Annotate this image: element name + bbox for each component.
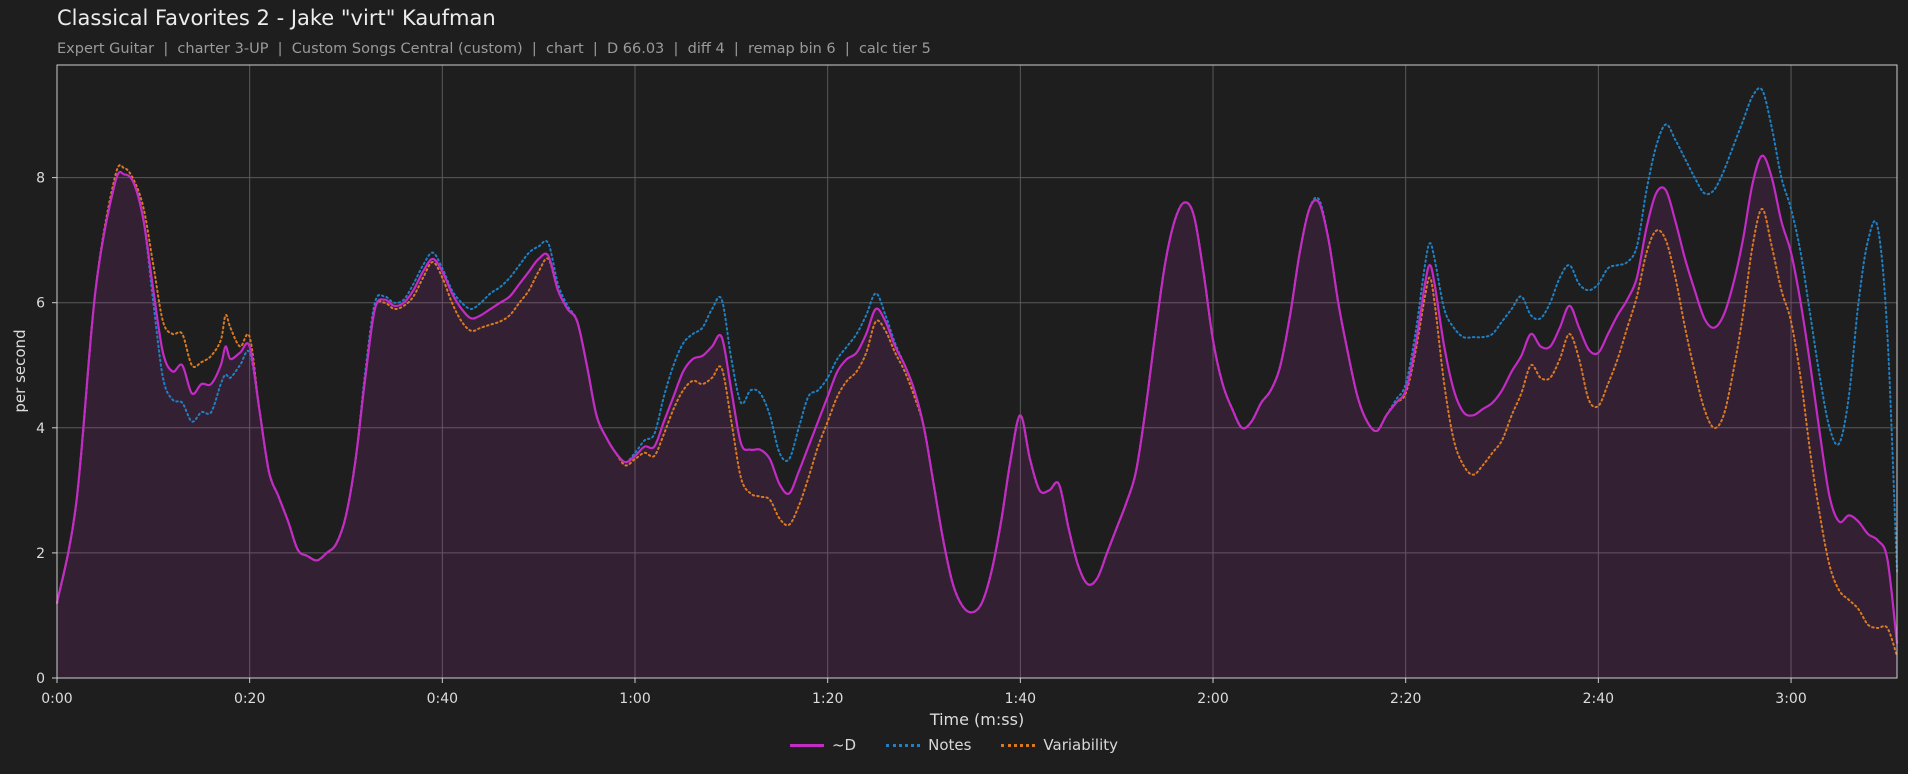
legend-swatch-d xyxy=(789,743,824,747)
area-fill xyxy=(57,155,1897,678)
y-axis-label: per second xyxy=(11,329,29,412)
legend-label-variability: Variability xyxy=(1043,736,1119,754)
x-tick-label: 1:40 xyxy=(1005,691,1036,707)
y-tick-label: 2 xyxy=(36,546,45,562)
legend-item-d[interactable]: ~D xyxy=(789,736,857,754)
y-tick-label: 8 xyxy=(36,171,45,187)
x-axis-label: Time (m:ss) xyxy=(929,710,1024,729)
x-tick-label: 0:20 xyxy=(234,691,265,707)
x-tick-label: 2:00 xyxy=(1197,691,1228,707)
legend-swatch-variability xyxy=(1001,743,1036,747)
legend-label-d: ~D xyxy=(831,736,857,754)
legend: ~D Notes Variability xyxy=(0,736,1908,754)
legend-item-variability[interactable]: Variability xyxy=(1001,736,1118,754)
x-tick-label: 0:40 xyxy=(427,691,458,707)
chart-area: 0:00 0:20 0:40 1:00 1:20 1:40 2:00 2:20 2:40 3:00… xyxy=(11,64,1899,729)
x-tick-label: 1:20 xyxy=(812,691,843,707)
x-tick-label: 2:20 xyxy=(1390,691,1421,707)
legend-swatch-notes xyxy=(886,743,921,747)
legend-label-notes: Notes xyxy=(928,736,972,754)
legend-item-notes[interactable]: Notes xyxy=(886,736,971,754)
x-tick-label: 0:00 xyxy=(41,691,72,707)
y-tick-label: 6 xyxy=(36,296,45,312)
x-tick-label: 1:00 xyxy=(619,691,650,707)
x-tick-label: 3:00 xyxy=(1775,691,1806,707)
y-tick-label: 0 xyxy=(36,671,45,687)
y-tick-label: 4 xyxy=(36,421,45,437)
series-area-d xyxy=(57,155,1897,678)
x-tick-label: 2:40 xyxy=(1583,691,1614,707)
